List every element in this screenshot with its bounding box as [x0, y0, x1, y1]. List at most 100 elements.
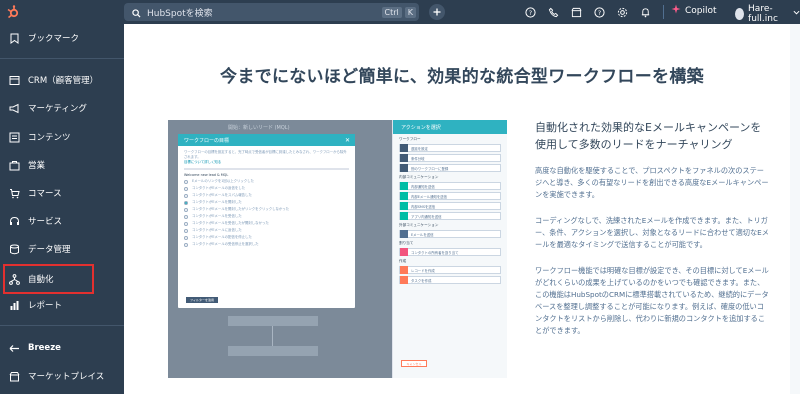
marketplace-store-icon[interactable] — [569, 5, 583, 19]
report-icon — [8, 299, 20, 311]
dialog-option: Eメールのリンクを1回以上クリックした — [184, 178, 349, 185]
sidebar-item-breeze[interactable]: Breeze — [0, 338, 124, 358]
dialog-option: コンタクトがEメールに返信した — [184, 227, 349, 234]
sidebar-item-content[interactable]: コンテンツ — [0, 127, 124, 147]
feature-paragraph: コーディングなしで、洗練されたEメールを作成できます。また、トリガー、条件、アク… — [535, 216, 769, 249]
top-navigation-bar: HubSpotを検索 Ctrl K ? ? Copilot Hare-full.… — [0, 0, 800, 24]
page-scrollbar[interactable] — [790, 24, 800, 394]
main-content: 今までにないほど簡単に、効果的な統合型ワークフローを構築 開始：新しいリード (… — [124, 24, 800, 394]
copilot-button[interactable]: Copilot — [671, 4, 717, 17]
dialog-intro: ワークフローの目標を設定すると、完了時点で受信者が目標に到達したとみなされ、ワー… — [184, 150, 347, 159]
dialog-option: コンタクトがEメールの配信を停止した — [184, 234, 349, 241]
dialog-link: 目標について詳しく知る — [184, 160, 222, 164]
action-panel-title: アクションを選択 — [393, 120, 507, 134]
sidebar-item-marketplace[interactable]: マーケットプレイス — [0, 366, 124, 386]
action-row: 内部通知を送信 — [399, 182, 501, 190]
radio-icon — [184, 200, 188, 205]
search-icon — [132, 3, 141, 22]
sidebar-divider — [0, 58, 124, 59]
sidebar-divider — [0, 325, 124, 326]
canvas-connector — [272, 326, 273, 346]
sidebar-item-label: 自動化 — [28, 275, 54, 285]
action-row: コンタクトの所有者を割り当て — [399, 248, 501, 256]
account-menu[interactable]: Hare-full.inc — [735, 4, 800, 24]
sidebar-item-label: CRM（顧客管理） — [28, 76, 99, 86]
dialog-option: コンタクトがEメールの受信停止を選択した — [184, 241, 349, 248]
create-new-button[interactable] — [429, 4, 445, 20]
sidebar-item-bookmarks[interactable]: ブックマーク — [0, 28, 124, 48]
radio-icon — [184, 228, 188, 233]
automation-icon — [8, 273, 20, 285]
sidebar-item-service[interactable]: サービス — [0, 211, 124, 231]
action-section-title: 作成 — [399, 259, 407, 263]
radio-icon — [184, 235, 188, 240]
feature-description: 自動化された効果的なEメールキャンペーンを使用して多数のリードをナーチャリング … — [535, 120, 771, 337]
account-name: Hare-full.inc — [748, 4, 778, 24]
action-row: 遅延を設定 — [399, 144, 501, 152]
action-section-title: ワークフロー — [399, 137, 421, 141]
radio-icon — [184, 214, 188, 219]
dialog-option: コンタクトがEメールを受信した — [184, 213, 349, 220]
action-section-title: 割り当て — [399, 241, 414, 245]
search-placeholder: HubSpotを検索 — [147, 8, 213, 19]
shortcut-ctrl-key: Ctrl — [381, 6, 402, 18]
dialog-option: コンタクトがEメールを開封したがリンクをクリックしなかった — [184, 206, 349, 213]
action-section-title: 内部コミュニケーション — [399, 175, 439, 179]
action-row: タスクを作成 — [399, 276, 501, 284]
radio-icon — [184, 207, 188, 212]
action-row: Eメールを送信 — [399, 230, 501, 238]
svg-text:?: ? — [528, 8, 531, 16]
chevron-down-icon — [793, 9, 800, 19]
workflow-goal-dialog: ワークフローの目標 ✕ ワークフローの目標を設定すると、完了時点で受信者が目標に… — [178, 134, 355, 308]
canvas-title: 開始：新しいリード (MQL) — [228, 125, 290, 131]
hubspot-logo-icon[interactable] — [2, 0, 24, 24]
topbar-divider — [663, 5, 664, 19]
sidebar-item-label: 営業 — [28, 161, 46, 171]
megaphone-icon — [8, 102, 20, 114]
help-icon[interactable]: ? — [592, 5, 606, 19]
sidebar-item-sales[interactable]: 営業 — [0, 155, 124, 175]
page-headline: 今までにないほど簡単に、効果的な統合型ワークフローを構築 — [220, 67, 704, 87]
bookmark-icon — [8, 32, 20, 44]
sidebar-item-label: コマース — [28, 189, 62, 199]
sidebar-item-label: データ管理 — [28, 245, 71, 255]
canvas-node — [228, 346, 318, 356]
settings-gear-icon[interactable] — [615, 5, 629, 19]
sidebar-item-label: レポート — [28, 301, 63, 311]
sidebar-item-label: マーケットプレイス — [28, 372, 105, 382]
phone-icon[interactable] — [546, 5, 560, 19]
action-row: 別のワークフローに登録 — [399, 164, 501, 172]
action-cancel-button: キャンセル — [401, 360, 427, 367]
svg-text:?: ? — [597, 8, 600, 16]
service-icon — [8, 215, 20, 227]
help-circle-icon[interactable]: ? — [523, 5, 537, 19]
breeze-icon — [8, 342, 20, 354]
sales-icon — [8, 159, 20, 171]
sidebar-item-automation[interactable]: 自動化 — [3, 264, 94, 294]
plus-icon — [433, 8, 441, 16]
dialog-title: ワークフローの目標 — [184, 137, 230, 144]
radio-icon — [184, 242, 188, 247]
crm-icon — [8, 74, 20, 86]
sidebar-item-data-management[interactable]: データ管理 — [0, 239, 124, 259]
copilot-sparkle-icon — [671, 4, 681, 17]
feature-paragraph: 高度な自動化を駆使することで、プロスペクトをファネルの次のステージへと導き、多く… — [535, 166, 769, 199]
close-icon: ✕ — [344, 137, 350, 144]
sidebar-item-marketing[interactable]: マーケティング — [0, 98, 124, 118]
shortcut-k-key: K — [404, 6, 416, 18]
sidebar-item-commerce[interactable]: コマース — [0, 183, 124, 203]
sidebar-item-reports[interactable]: レポート — [0, 295, 124, 315]
dialog-divider — [184, 168, 349, 170]
action-row: 内部SMSを送信 — [399, 202, 501, 210]
action-row: アプリ内通知を送信 — [399, 212, 501, 220]
commerce-icon — [8, 187, 20, 199]
global-search-input[interactable]: HubSpotを検索 Ctrl K — [124, 3, 419, 21]
radio-icon — [184, 186, 188, 191]
left-sidebar: ブックマーク CRM（顧客管理） マーケティング コンテンツ 営業 コマース サ… — [0, 24, 124, 394]
notifications-bell-icon[interactable] — [638, 5, 652, 19]
action-row: 条件分岐 — [399, 154, 501, 162]
action-row: 内部Eメール通知を送信 — [399, 192, 501, 200]
sidebar-item-crm[interactable]: CRM（顧客管理） — [0, 70, 124, 90]
sidebar-item-label: サービス — [28, 217, 63, 227]
canvas-node — [228, 316, 318, 326]
